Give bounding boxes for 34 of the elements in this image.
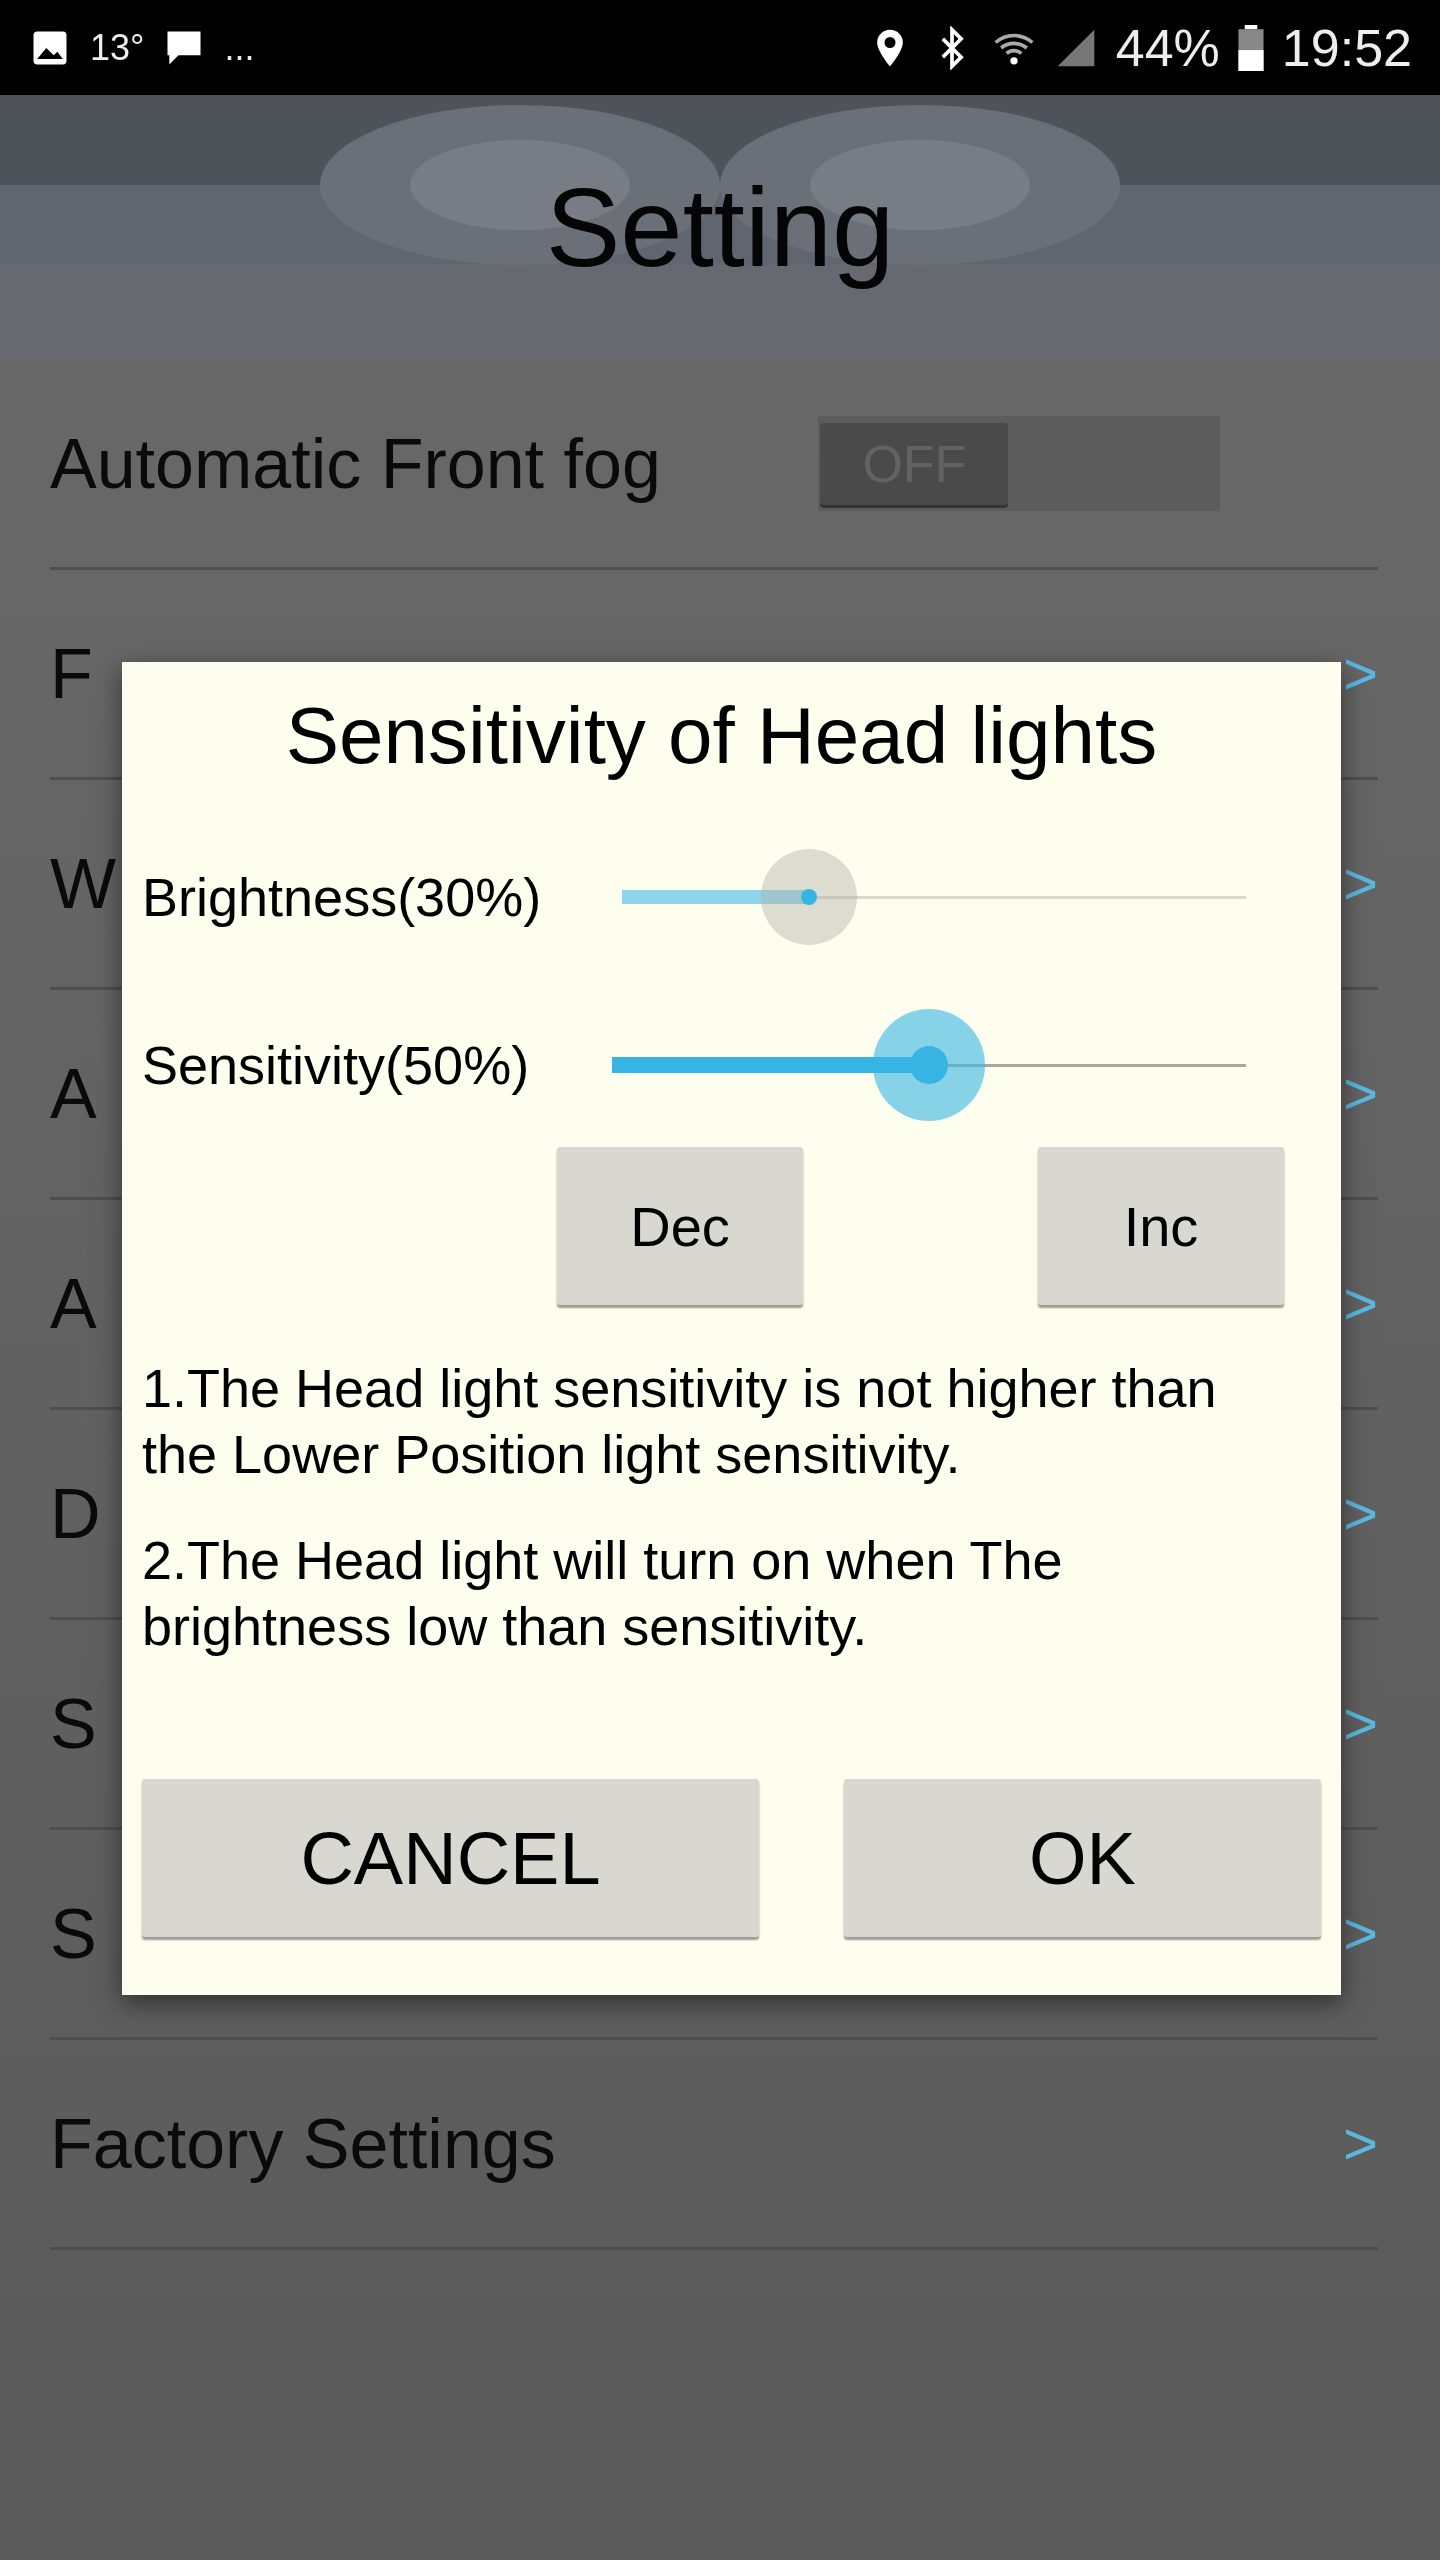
setting-label[interactable]: S xyxy=(50,1893,97,1974)
chevron-arrow: > xyxy=(1342,849,1378,918)
step-button[interactable]: Dec xyxy=(557,1147,803,1305)
note-text: 1.The Head light sensitivity is not higher than the Lower Position light sensitivity. xyxy=(142,1357,1218,1486)
dialog-button[interactable]: CANCEL xyxy=(142,1779,759,1937)
setting-label[interactable]: A xyxy=(50,1053,97,1134)
setting-label[interactable]: Factory Settings xyxy=(50,2103,556,2184)
setting-label[interactable]: S xyxy=(50,1683,97,1764)
chevron-arrow: > xyxy=(1342,639,1378,708)
page-title: Setting xyxy=(545,164,895,292)
slider-label: Brightness(30%) xyxy=(142,866,543,928)
chevron-arrow: > xyxy=(1342,2109,1378,2178)
chevron-arrow: > xyxy=(1342,1269,1378,1338)
step-button[interactable]: Inc xyxy=(1038,1147,1284,1305)
dialog-button[interactable]: OK xyxy=(844,1779,1321,1937)
slider-track[interactable] xyxy=(622,849,1246,945)
battery-icon xyxy=(1237,24,1264,71)
setting-label[interactable]: A xyxy=(50,1263,97,1344)
chevron-arrow: > xyxy=(1342,1689,1378,1758)
chevron-arrow: > xyxy=(1342,1899,1378,1968)
setting-label[interactable]: F xyxy=(50,633,93,714)
dialog-title: Sensitivity of Head lights xyxy=(284,690,1159,782)
clock-time: 19:52 xyxy=(1281,17,1412,78)
battery-percent: 44% xyxy=(1115,17,1220,78)
more-notifications: ... xyxy=(224,26,255,69)
setting-label[interactable]: D xyxy=(50,1473,101,1554)
setting-label: Automatic Front fog xyxy=(50,423,661,504)
slider-track[interactable] xyxy=(612,1008,1246,1121)
chevron-arrow: > xyxy=(1342,1059,1378,1128)
slider-label: Sensitivity(50%) xyxy=(142,1033,531,1096)
chevron-arrow: > xyxy=(1342,1479,1378,1548)
temperature: 13° xyxy=(90,26,145,69)
note-text: 2.The Head light will turn on when The brightness low than sensitivity. xyxy=(142,1529,1064,1658)
setting-label[interactable]: W xyxy=(50,843,117,924)
